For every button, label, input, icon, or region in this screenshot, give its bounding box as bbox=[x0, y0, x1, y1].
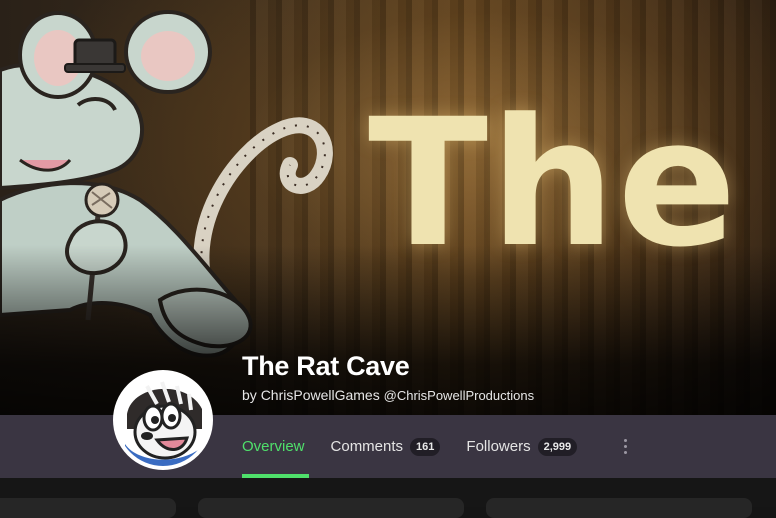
content-card[interactable] bbox=[0, 498, 176, 518]
comments-count-badge: 161 bbox=[410, 437, 441, 456]
content-card[interactable] bbox=[198, 498, 464, 518]
tab-followers[interactable]: Followers 2,999 bbox=[466, 415, 578, 478]
tab-comments[interactable]: Comments 161 bbox=[331, 415, 441, 478]
avatar[interactable] bbox=[113, 370, 213, 470]
tab-followers-label: Followers bbox=[466, 438, 531, 455]
tab-overview[interactable]: Overview bbox=[242, 415, 309, 478]
tab-comments-label: Comments bbox=[330, 438, 404, 455]
page-title: The Rat Cave bbox=[242, 351, 410, 381]
byline: by ChrisPowellGames @ChrisPowellProducti… bbox=[242, 387, 534, 403]
byline-prefix: by bbox=[242, 387, 257, 403]
author-handle[interactable]: @ChrisPowellProductions bbox=[384, 388, 534, 403]
banner-title-art: The bbox=[368, 81, 739, 286]
ellipsis-dot bbox=[623, 445, 627, 448]
tab-list: Overview Comments 161 Followers 2,999 bbox=[242, 415, 635, 478]
followers-count-badge: 2,999 bbox=[537, 437, 578, 456]
ellipsis-dot bbox=[623, 451, 627, 454]
avatar-image bbox=[117, 374, 209, 466]
vertical-ellipsis-icon[interactable] bbox=[615, 415, 635, 478]
ellipsis-dot bbox=[623, 439, 627, 442]
content-card[interactable] bbox=[486, 498, 752, 518]
author-link[interactable]: ChrisPowellGames bbox=[261, 387, 380, 403]
content-area bbox=[0, 478, 776, 518]
tab-overview-label: Overview bbox=[242, 438, 305, 455]
profile-info: The Rat Cave by ChrisPowellGames @ChrisP… bbox=[242, 350, 534, 403]
